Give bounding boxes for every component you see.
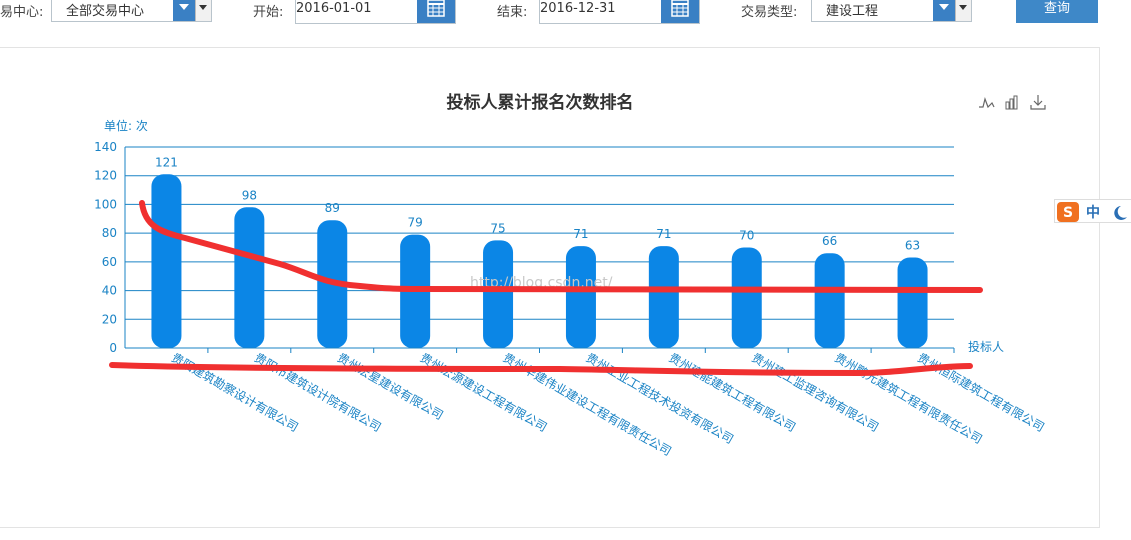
x-tick-label: 贵州华建伟业建设工程有限责任公司 (501, 350, 675, 459)
bar[interactable] (897, 257, 928, 348)
data-label: 71 (656, 227, 671, 241)
bar[interactable] (483, 240, 514, 348)
bar-chart-toggle-icon[interactable] (1005, 94, 1021, 110)
ime-toolbar[interactable]: S 中 (1054, 199, 1131, 223)
data-label: 98 (242, 188, 257, 202)
y-tick-label: 40 (102, 284, 117, 298)
svg-text:S: S (1063, 205, 1073, 221)
chart-title: 投标人累计报名次数排名 (447, 92, 634, 113)
x-tick-label: 贵州工业工程技术投资有限公司 (583, 350, 736, 447)
y-tick-label: 0 (109, 341, 117, 355)
data-label: 79 (408, 216, 423, 230)
bar[interactable] (731, 247, 762, 349)
y-tick-label: 120 (94, 169, 117, 183)
bar[interactable] (565, 246, 596, 348)
y-tick-label: 140 (94, 140, 117, 154)
x-axis-label: 投标人 (968, 339, 1004, 354)
y-tick-label: 100 (94, 197, 117, 211)
bar[interactable] (648, 246, 679, 348)
y-axis: 0 20 40 60 80 100 120 140 (94, 140, 126, 355)
data-label: 75 (490, 221, 505, 235)
data-label: 70 (739, 229, 754, 243)
chart-svg: 投标人累计报名次数排名 单位: 次 投标人 0 20 40 60 80 100 120 140… (94, 92, 1047, 459)
data-label: 71 (573, 227, 588, 241)
bar[interactable] (151, 174, 182, 348)
unit-label: 单位: 次 (104, 118, 148, 133)
y-tick-label: 60 (102, 255, 117, 269)
bar[interactable] (234, 207, 265, 348)
data-label: 89 (325, 201, 340, 215)
y-tick-label: 80 (102, 226, 117, 240)
x-axis-ticks: 贵阳建筑勘察设计有限公司贵阳市建筑设计院有限公司贵州宏星建设有限公司贵州宏源建设… (125, 347, 1047, 459)
data-label: 66 (822, 234, 837, 248)
moon-icon (1114, 206, 1127, 220)
download-icon[interactable] (1030, 94, 1046, 110)
y-tick-label: 20 (102, 312, 117, 326)
bar[interactable] (814, 253, 845, 348)
data-label: 121 (155, 155, 178, 169)
ime-mode-label[interactable]: 中 (1086, 202, 1100, 222)
data-label: 63 (905, 239, 920, 253)
line-chart-toggle-icon[interactable] (978, 94, 995, 110)
